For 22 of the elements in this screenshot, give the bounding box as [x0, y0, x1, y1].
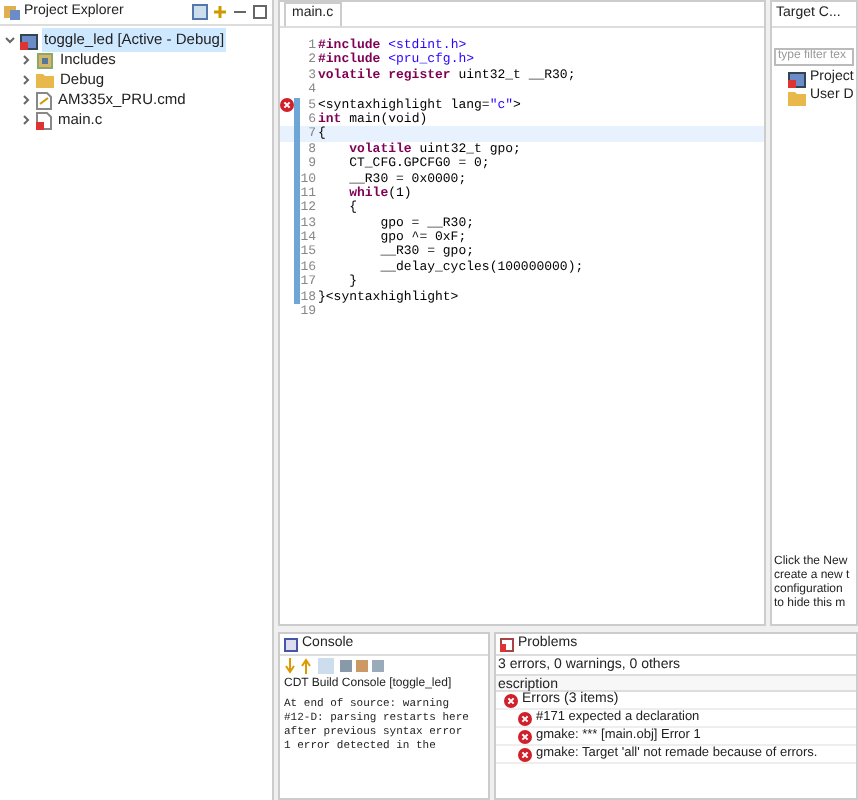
- chevron-icon[interactable]: [20, 54, 32, 66]
- error-icon: [518, 711, 532, 725]
- console-icon: [284, 637, 298, 651]
- error-icon: [504, 693, 518, 707]
- problems-icon: [500, 637, 514, 651]
- c-file-icon: [36, 111, 52, 129]
- error-icon: [518, 729, 532, 743]
- project-icon: [788, 70, 806, 88]
- toolbar-icons-drawing[interactable]: [284, 658, 384, 674]
- chevron-icon[interactable]: [20, 74, 32, 86]
- maximize-icon[interactable]: [252, 4, 268, 20]
- chevron-icon[interactable]: [4, 34, 16, 46]
- explorer-icon: [4, 4, 20, 20]
- library-icon: [36, 51, 54, 69]
- folder-icon: [788, 89, 806, 105]
- folder-icon: [36, 72, 54, 88]
- project-icon: [20, 31, 38, 49]
- error-icon: [518, 747, 532, 761]
- collapse-icon[interactable]: [192, 4, 208, 20]
- chevron-icon[interactable]: [20, 94, 32, 106]
- chevron-icon[interactable]: [20, 114, 32, 126]
- file-icon: [36, 91, 52, 109]
